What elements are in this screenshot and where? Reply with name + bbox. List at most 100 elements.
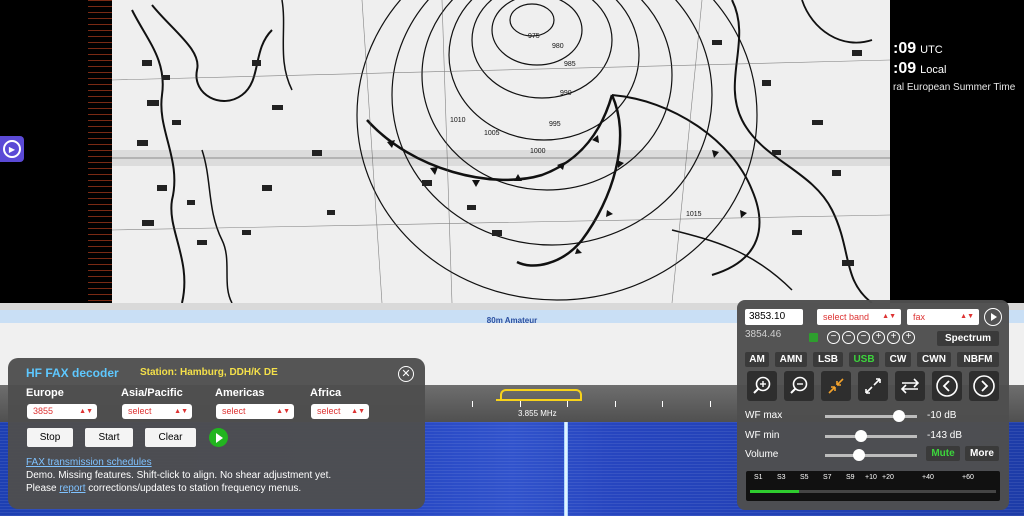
wf-max-label: WF max	[745, 410, 783, 421]
mute-button[interactable]: Mute	[926, 446, 960, 461]
zoom-max-out-button[interactable]	[858, 371, 888, 401]
volume-label: Volume	[745, 449, 779, 460]
isobar-label: 990	[560, 90, 572, 97]
fax-schedules-link[interactable]: FAX transmission schedules	[26, 457, 152, 468]
chevron-left-circle-icon	[936, 375, 958, 397]
frequency-marker-label: 3.855 MHz	[518, 409, 557, 418]
play-button[interactable]	[209, 428, 228, 447]
isobar-label: 1005	[484, 130, 500, 137]
asia-pacific-select[interactable]: select ▲▼	[122, 404, 192, 419]
isobar-label: 1000	[530, 148, 546, 155]
volume-slider[interactable]	[825, 449, 917, 461]
step-buttons: − − − + + +	[827, 331, 915, 344]
s-meter: S1 S3 S5 S7 S9 +10 +20 +40 +60	[746, 471, 1000, 501]
step-up-medium-button[interactable]: +	[887, 331, 900, 344]
zoom-out-icon	[790, 376, 808, 394]
step-up-small-button[interactable]: +	[872, 331, 885, 344]
clock-display: :09 UTC :09 Local ral European Summer Ti…	[893, 40, 1015, 93]
zoom-out-button[interactable]	[784, 371, 814, 401]
volume-slider-knob[interactable]	[853, 449, 865, 461]
chevron-updown-icon: ▲▼	[79, 408, 93, 415]
mode-ext-select[interactable]: fax ▲▼	[907, 309, 979, 325]
chevron-updown-icon: ▲▼	[882, 313, 896, 320]
chevron-updown-icon: ▲▼	[351, 408, 365, 415]
demo-note: Demo. Missing features. Shift-click to a…	[26, 470, 332, 481]
asia-pacific-select-value: select	[128, 406, 152, 416]
left-panel-toggle[interactable]: ▶	[0, 136, 24, 162]
expand-arrows-icon	[865, 378, 881, 394]
americas-select-value: select	[222, 406, 246, 416]
stop-button[interactable]: Stop	[27, 428, 73, 447]
americas-select[interactable]: select ▲▼	[216, 404, 294, 419]
link-icon[interactable]	[809, 333, 818, 342]
clear-button[interactable]: Clear	[145, 428, 196, 447]
wf-max-slider[interactable]	[825, 410, 917, 422]
fax-decoder-panel: HF FAX decoder Station: Hamburg, DDH/K D…	[8, 358, 425, 509]
mode-usb-button[interactable]: USB	[849, 352, 879, 367]
s-meter-label: +60	[962, 474, 974, 481]
s-meter-label: S5	[800, 474, 809, 481]
mode-cwn-button[interactable]: CWN	[917, 352, 951, 367]
step-down-small-button[interactable]: −	[857, 331, 870, 344]
shrink-arrows-icon	[828, 378, 844, 394]
play-icon	[216, 432, 223, 443]
fax-decoder-title: HF FAX decoder	[26, 366, 119, 380]
weather-fax-image[interactable]: 975 980 985 990 995 1000 1005 1010 1015	[112, 0, 890, 303]
band-select[interactable]: select band ▲▼	[817, 309, 901, 325]
isobar-label: 1015	[686, 211, 702, 218]
more-button[interactable]: More	[965, 446, 999, 461]
chevron-updown-icon: ▲▼	[174, 408, 188, 415]
region-label-americas: Americas	[215, 387, 265, 399]
wf-min-slider[interactable]	[825, 430, 917, 442]
europe-select[interactable]: 3855 ▲▼	[27, 404, 97, 419]
page-left-button[interactable]	[932, 371, 962, 401]
isobar-label: 975	[528, 33, 540, 40]
region-label-europe: Europe	[26, 387, 64, 399]
wf-min-value: -143 dB	[927, 430, 963, 441]
isobar-label: 995	[549, 121, 561, 128]
mode-lsb-button[interactable]: LSB	[813, 352, 843, 367]
s-meter-bar	[750, 490, 800, 493]
s-meter-label: S7	[823, 474, 832, 481]
swap-arrows-icon	[900, 378, 920, 394]
mode-nbfm-button[interactable]: NBFM	[957, 352, 999, 367]
s-meter-label: S1	[754, 474, 763, 481]
page-right-button[interactable]	[969, 371, 999, 401]
step-down-large-button[interactable]: −	[827, 331, 840, 344]
report-note-suffix: corrections/updates to station frequency…	[85, 483, 302, 494]
isobar-label: 980	[552, 43, 564, 50]
spectrum-button[interactable]: Spectrum	[937, 331, 999, 346]
s-meter-track	[750, 490, 996, 493]
ext-play-button[interactable]	[984, 308, 1002, 326]
close-icon[interactable]: ✕	[398, 366, 414, 382]
s-meter-label: +40	[922, 474, 934, 481]
report-link[interactable]: report	[59, 483, 85, 494]
wf-max-slider-knob[interactable]	[893, 410, 905, 422]
station-label: Station: Hamburg, DDH/K DE	[140, 367, 278, 378]
s-meter-label: +10	[865, 474, 877, 481]
utc-time: :09	[893, 40, 917, 57]
africa-select[interactable]: select ▲▼	[311, 404, 369, 419]
frequency-input[interactable]: 3853.10	[745, 309, 803, 325]
band-select-value: select band	[823, 312, 870, 322]
zoom-in-button[interactable]	[747, 371, 777, 401]
sub-frequency: 3854.46	[745, 329, 782, 340]
timezone-label: ral European Summer Time	[893, 82, 1016, 93]
isobar-label: 1010	[450, 117, 466, 124]
local-label: Local	[920, 64, 947, 76]
europe-select-value: 3855	[33, 406, 54, 416]
mode-cw-button[interactable]: CW	[885, 352, 911, 367]
zoom-to-band-button[interactable]	[821, 371, 851, 401]
passband-base	[496, 399, 582, 401]
wf-min-slider-knob[interactable]	[855, 430, 868, 442]
region-label-africa: Africa	[310, 387, 342, 399]
page-swap-button[interactable]	[895, 371, 925, 401]
play-circle-icon: ▶	[3, 140, 21, 158]
mode-amn-button[interactable]: AMN	[775, 352, 807, 367]
start-button[interactable]: Start	[85, 428, 133, 447]
region-label-asia-pacific: Asia/Pacific	[121, 387, 183, 399]
step-up-large-button[interactable]: +	[902, 331, 915, 344]
step-down-medium-button[interactable]: −	[842, 331, 855, 344]
mode-am-button[interactable]: AM	[745, 352, 769, 367]
local-time: :09	[893, 60, 917, 77]
